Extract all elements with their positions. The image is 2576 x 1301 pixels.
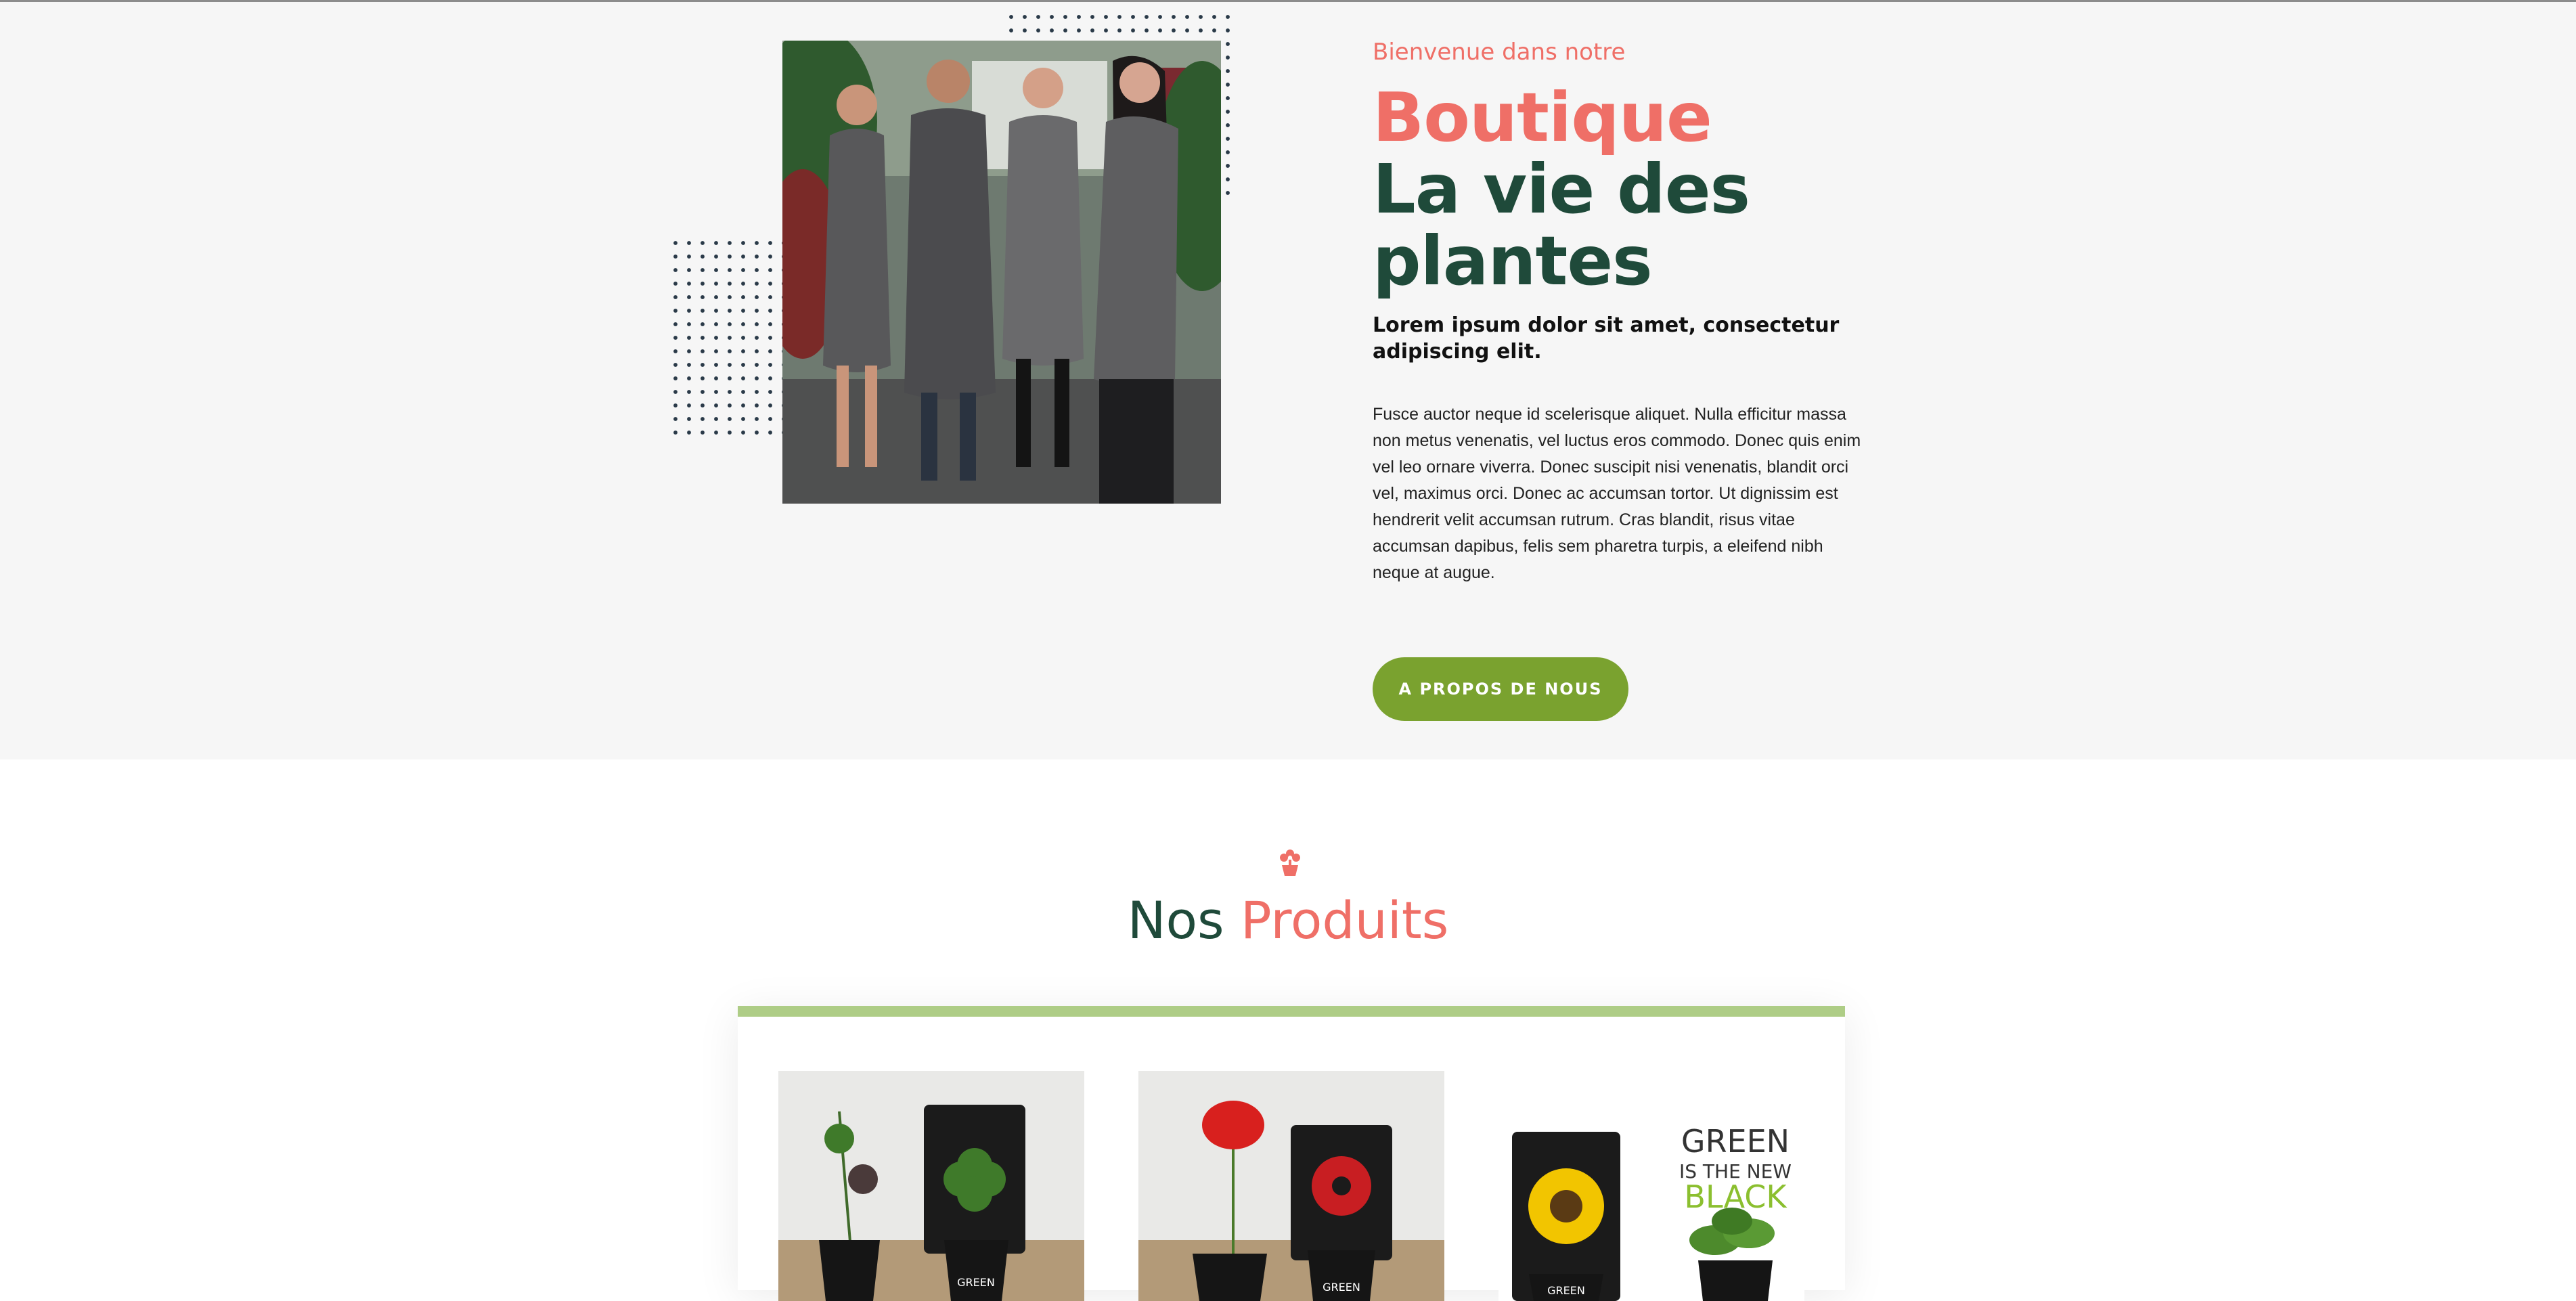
products-title-word-2: Produits <box>1240 890 1449 950</box>
body-paragraph: Fusce auctor neque id scelerisque alique… <box>1373 405 1861 582</box>
pot-label-text: GREEN <box>957 1276 995 1289</box>
slogan-line-1: GREEN <box>1681 1123 1790 1160</box>
products-section-title: Nos Produits <box>0 887 2576 954</box>
products-card: GREEN GREEN GREEN IS THE NEW BLACK GREEN <box>738 1006 1845 1301</box>
product-item-poppy[interactable]: GREEN <box>1138 1071 1444 1301</box>
poppy-pot-photo: GREEN <box>1138 1071 1444 1301</box>
pot-label-text: GREEN <box>1547 1284 1585 1297</box>
team-photo <box>782 41 1221 504</box>
flower-pot-icon-svg <box>1280 850 1300 876</box>
decorative-dots-left <box>669 236 793 439</box>
lead-text: Lorem ipsum dolor sit amet, consectetur … <box>1373 313 1840 363</box>
team-photo-illustration <box>782 41 1221 504</box>
pot-label-text: GREEN <box>1323 1281 1360 1294</box>
title-line-1: Boutique <box>1373 78 1712 157</box>
welcome-text: Bienvenue dans notre <box>1373 39 1626 66</box>
about-section: Bienvenue dans notre Boutique La vie des… <box>0 2 2576 759</box>
about-text-block: Bienvenue dans notre Boutique La vie des… <box>1373 37 1873 586</box>
title-line-2: La vie des plantes <box>1373 150 1750 301</box>
product-item-clover[interactable]: GREEN <box>778 1071 1084 1301</box>
products-title-word-1: Nos <box>1127 890 1224 950</box>
flower-pot-icon <box>1275 849 1305 877</box>
page-title: Boutique La vie des plantes <box>1373 82 1873 297</box>
clover-pot-photo: GREEN <box>778 1071 1084 1301</box>
sunflower-pot-photo: GREEN IS THE NEW BLACK GREEN <box>1498 1071 1804 1301</box>
about-us-button[interactable]: A PROPOS DE NOUS <box>1373 657 1628 721</box>
product-item-sunflower[interactable]: GREEN IS THE NEW BLACK GREEN <box>1498 1071 1804 1301</box>
